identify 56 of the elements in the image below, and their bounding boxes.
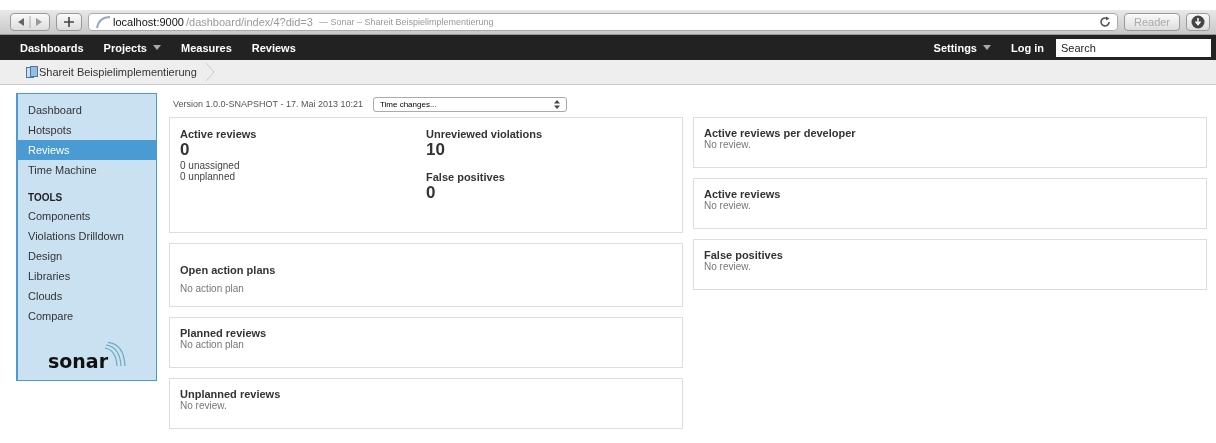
widget-title: Active reviews per developer bbox=[704, 127, 857, 139]
metric-note: 0 unplanned bbox=[180, 171, 236, 182]
nav-link[interactable]: Projects bbox=[103, 41, 161, 54]
widget-text: No review. bbox=[704, 200, 752, 211]
metric-value[interactable]: 10 bbox=[426, 140, 672, 160]
metric-note: 0 unassigned bbox=[180, 160, 241, 171]
download-button[interactable] bbox=[1186, 13, 1210, 31]
new-tab-button[interactable] bbox=[56, 13, 82, 31]
sidebar-item[interactable]: Violations Drilldown bbox=[18, 226, 156, 246]
version-text: Version 1.0.0-SNAPSHOT - 17. Mai 2013 10:21 bbox=[173, 99, 363, 109]
download-icon bbox=[1191, 15, 1205, 29]
nav-link[interactable]: Log in bbox=[1011, 41, 1044, 54]
search-field[interactable]: Search bbox=[1056, 38, 1211, 57]
url-path: /dashboard/index/4?did=3 bbox=[185, 16, 313, 28]
widget-title: False positives bbox=[704, 249, 784, 261]
metric-value[interactable]: 0 bbox=[426, 183, 672, 203]
sidebar-heading: TOOLS bbox=[27, 191, 64, 205]
reload-icon[interactable] bbox=[1099, 16, 1111, 28]
caret-icon bbox=[153, 45, 161, 50]
sonar-logo: sonar bbox=[47, 342, 127, 372]
widget-title: Active reviews bbox=[704, 188, 782, 200]
address-bar[interactable]: localhost:9000 /dashboard/index/4?did=3 — Sonar – Shareit Beispielimplementierung bbox=[88, 13, 1118, 31]
metric-title: False positives bbox=[426, 171, 506, 183]
breadcrumb-item[interactable]: Shareit Beispielimplementierung bbox=[26, 66, 197, 78]
widget-text: No action plan bbox=[180, 283, 245, 294]
widget-title: Open action plans bbox=[180, 264, 277, 276]
sidebar-item[interactable]: Time Machine bbox=[18, 160, 156, 180]
plus-icon bbox=[63, 16, 75, 28]
back-forward-buttons[interactable] bbox=[10, 13, 50, 31]
sidebar-item[interactable]: Components bbox=[18, 206, 156, 226]
nav-link[interactable]: Dashboards bbox=[20, 41, 84, 54]
url-host: localhost:9000 bbox=[113, 16, 184, 28]
sidebar-item[interactable]: Compare bbox=[18, 306, 156, 326]
widget-text: No review. bbox=[704, 139, 752, 150]
nav-link[interactable]: Settings bbox=[933, 41, 991, 54]
loading-icon bbox=[95, 15, 111, 29]
sidebar-item[interactable]: Hotspots bbox=[18, 120, 156, 140]
metric-title: Unreviewed violations bbox=[426, 128, 544, 140]
caret-icon bbox=[983, 45, 991, 50]
sidebar-item[interactable]: Design bbox=[18, 246, 156, 266]
widget-title: Unplanned reviews bbox=[180, 388, 282, 400]
metric-title: Active reviews bbox=[180, 128, 258, 140]
widget-title: Planned reviews bbox=[180, 327, 268, 339]
widget-text: No review. bbox=[704, 261, 751, 272]
metric-value[interactable]: 0 bbox=[180, 140, 426, 160]
nav-link[interactable]: Reviews bbox=[251, 41, 296, 54]
time-changes-dropdown[interactable]: Time changes... bbox=[372, 96, 567, 112]
sidebar-item[interactable]: Clouds bbox=[18, 286, 156, 306]
project-icon bbox=[26, 66, 38, 78]
sidebar-item[interactable]: Libraries bbox=[18, 266, 156, 286]
page-title: — Sonar – Shareit Beispielimplementierung bbox=[318, 17, 494, 27]
nav-link[interactable]: Measures bbox=[181, 41, 232, 54]
widget-text: No review. bbox=[180, 400, 227, 411]
widget-text: No action plan bbox=[180, 339, 245, 350]
sidebar-item[interactable]: Dashboard bbox=[18, 100, 156, 120]
stepper-icon bbox=[553, 99, 560, 109]
